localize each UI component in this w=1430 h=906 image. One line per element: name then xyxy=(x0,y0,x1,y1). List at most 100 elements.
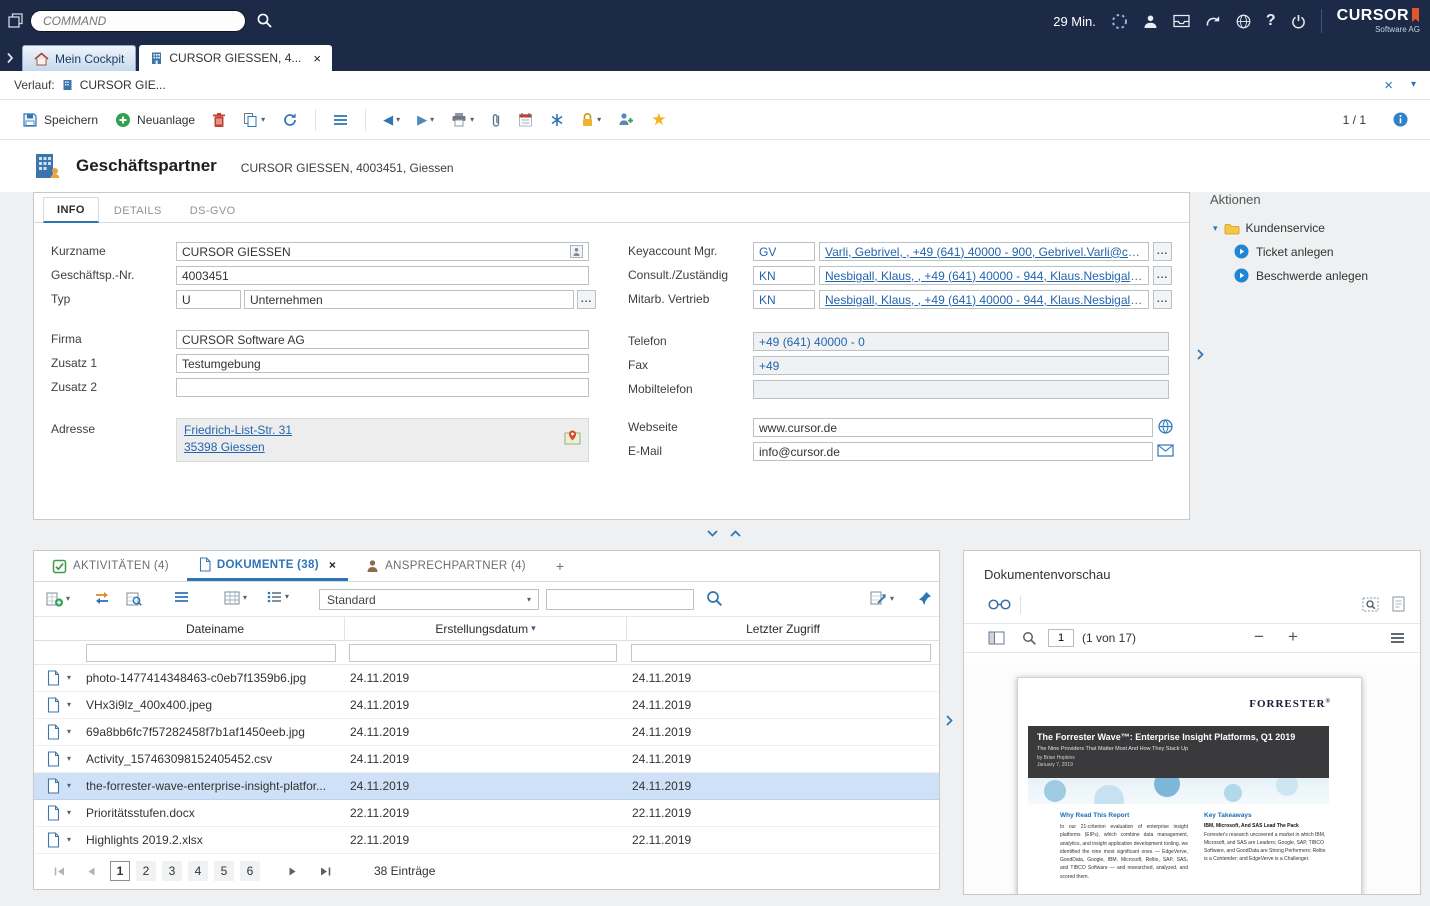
tab-aktivitaeten[interactable]: AKTIVITÄTEN (4) xyxy=(40,551,181,581)
consult-code-field[interactable]: KN xyxy=(753,266,815,285)
filter-dateiname-input[interactable] xyxy=(86,644,336,662)
lock-button[interactable]: ▾ xyxy=(581,112,601,127)
save-button[interactable]: Speichern xyxy=(22,112,98,128)
row-menu-icon[interactable]: ▾ xyxy=(67,674,71,682)
tab-info[interactable]: INFO xyxy=(43,197,99,223)
command-search-icon[interactable] xyxy=(256,12,273,29)
page-button-6[interactable]: 6 xyxy=(240,861,260,881)
attachment-button[interactable] xyxy=(491,112,501,128)
chevron-down-icon[interactable]: ▾ xyxy=(597,116,601,124)
verlauf-dropdown-icon[interactable]: ▾ xyxy=(1411,80,1416,90)
transfer-button[interactable] xyxy=(94,591,110,605)
table-row[interactable]: ▾ Prioritätsstufen.docx 22.11.2019 22.11… xyxy=(34,800,939,827)
adresse-street-link[interactable]: Friedrich-List-Str. 31 xyxy=(184,423,292,437)
mobiltelefon-field[interactable] xyxy=(753,380,1169,399)
tab-details[interactable]: DETAILS xyxy=(101,199,175,222)
chevron-down-icon[interactable]: ▾ xyxy=(470,116,474,124)
row-menu-icon[interactable]: ▾ xyxy=(67,782,71,790)
new-button[interactable]: Neuanlage xyxy=(115,112,195,128)
email-field[interactable]: info@cursor.de xyxy=(753,442,1153,461)
open-website-icon[interactable] xyxy=(1158,419,1173,434)
typ-code-field[interactable]: U xyxy=(176,290,241,309)
vertrieb-code-field[interactable]: KN xyxy=(753,290,815,309)
table-view-button[interactable]: ▾ xyxy=(224,591,247,605)
page-button-3[interactable]: 3 xyxy=(162,861,182,881)
column-header-letzter-zugriff[interactable]: Letzter Zugriff xyxy=(626,617,939,640)
info-icon[interactable] xyxy=(1393,112,1408,127)
print-button[interactable]: ▾ xyxy=(451,112,474,127)
tab-dokumente[interactable]: DOKUMENTE (38) × xyxy=(187,551,348,581)
menu-button[interactable] xyxy=(333,114,348,126)
row-menu-icon[interactable]: ▾ xyxy=(67,836,71,844)
typ-value-field[interactable]: Unternehmen xyxy=(244,290,574,309)
fit-page-icon[interactable] xyxy=(1392,596,1405,612)
chevron-down-icon[interactable]: ▾ xyxy=(66,595,70,603)
webseite-field[interactable]: www.cursor.de xyxy=(753,418,1153,437)
telefon-field[interactable]: +49 (641) 40000 - 0 xyxy=(753,332,1169,351)
firma-field[interactable]: CURSOR Software AG xyxy=(176,330,589,349)
table-search-input[interactable] xyxy=(546,589,694,610)
prev-page-button[interactable] xyxy=(78,861,104,881)
favorite-button[interactable]: ★ xyxy=(651,111,666,128)
table-menu-button[interactable] xyxy=(174,591,189,603)
nr-field[interactable]: 4003451 xyxy=(176,266,589,285)
typ-lookup-button[interactable]: ... xyxy=(577,290,596,309)
vertrieb-field[interactable]: Nesbigall, Klaus, , +49 (641) 40000 - 94… xyxy=(819,290,1149,309)
tab-add[interactable]: + xyxy=(544,551,576,581)
page-number-input[interactable] xyxy=(1048,629,1074,647)
chevron-down-icon[interactable]: ▾ xyxy=(243,594,247,602)
expand-preview-icon[interactable] xyxy=(945,714,954,727)
expand-panel-icon[interactable] xyxy=(729,529,742,538)
next-page-button[interactable] xyxy=(280,861,306,881)
chevron-down-icon[interactable]: ▾ xyxy=(430,116,434,124)
row-menu-icon[interactable]: ▾ xyxy=(67,728,71,736)
zoom-out-icon[interactable]: − xyxy=(1254,627,1264,647)
sidebar-toggle-icon[interactable] xyxy=(988,631,1005,645)
verlauf-item[interactable]: CURSOR GIE... xyxy=(80,78,166,92)
tab-close-icon[interactable]: × xyxy=(329,558,336,572)
zoom-selection-icon[interactable] xyxy=(1362,597,1379,612)
inbox-icon[interactable] xyxy=(1173,14,1190,28)
chevron-down-icon[interactable]: ▾ xyxy=(261,116,265,124)
zoom-in-icon[interactable]: + xyxy=(1288,627,1298,647)
tab-record[interactable]: CURSOR GIESSEN, 4... × xyxy=(139,45,332,71)
search-in-table-button[interactable] xyxy=(126,591,142,607)
filter-letzter-zugriff-input[interactable] xyxy=(631,644,931,662)
tab-mein-cockpit[interactable]: Mein Cockpit xyxy=(22,45,136,71)
add-contact-button[interactable] xyxy=(618,112,634,127)
table-row-selected[interactable]: ▾ the-forrester-wave-enterprise-insight-… xyxy=(34,773,939,800)
kurzname-field[interactable]: CURSOR GIESSEN xyxy=(176,242,589,261)
aktionen-group-kundenservice[interactable]: ▾ Kundenservice xyxy=(1210,221,1422,235)
redo-icon[interactable] xyxy=(1205,14,1221,29)
fax-field[interactable]: +49 xyxy=(753,356,1169,375)
last-page-button[interactable] xyxy=(312,861,338,881)
globe-icon[interactable] xyxy=(1236,14,1251,29)
consult-lookup-button[interactable]: ... xyxy=(1153,266,1172,285)
zusatz2-field[interactable] xyxy=(176,378,589,397)
tab-dsgvo[interactable]: DS-GVO xyxy=(177,199,249,222)
row-menu-icon[interactable]: ▾ xyxy=(67,701,71,709)
page-button-5[interactable]: 5 xyxy=(214,861,234,881)
pin-button[interactable] xyxy=(918,591,932,606)
page-button-2[interactable]: 2 xyxy=(136,861,156,881)
table-row[interactable]: ▾ Highlights 2019.2.xlsx 22.11.2019 22.1… xyxy=(34,827,939,854)
preview-canvas[interactable]: FORRESTER® The Forrester Wave™: Enterpri… xyxy=(964,663,1420,894)
delete-button[interactable] xyxy=(212,112,226,128)
chevron-down-icon[interactable]: ▾ xyxy=(396,116,400,124)
chevron-down-icon[interactable]: ▾ xyxy=(285,593,289,601)
relations-button[interactable] xyxy=(550,113,564,127)
action-ticket-anlegen[interactable]: Ticket anlegen xyxy=(1234,244,1422,259)
vertrieb-lookup-button[interactable]: ... xyxy=(1153,290,1172,309)
table-row[interactable]: ▾ photo-1477414348463-c0eb7f1359b6.jpg 2… xyxy=(34,665,939,692)
table-row[interactable]: ▾ VHx3i9lz_400x400.jpeg 24.11.2019 24.11… xyxy=(34,692,939,719)
row-menu-icon[interactable]: ▾ xyxy=(67,809,71,817)
calendar-button[interactable] xyxy=(518,112,533,127)
expand-actions-icon[interactable] xyxy=(1196,348,1205,361)
action-beschwerde-anlegen[interactable]: Beschwerde anlegen xyxy=(1234,268,1422,283)
keyaccount-code-field[interactable]: GV xyxy=(753,242,815,261)
preview-search-icon[interactable] xyxy=(1022,631,1037,646)
refresh-button[interactable] xyxy=(282,112,298,128)
chevron-down-icon[interactable]: ▾ xyxy=(890,595,894,603)
filter-erstellungsdatum-input[interactable] xyxy=(349,644,617,662)
window-icon[interactable] xyxy=(8,13,23,28)
